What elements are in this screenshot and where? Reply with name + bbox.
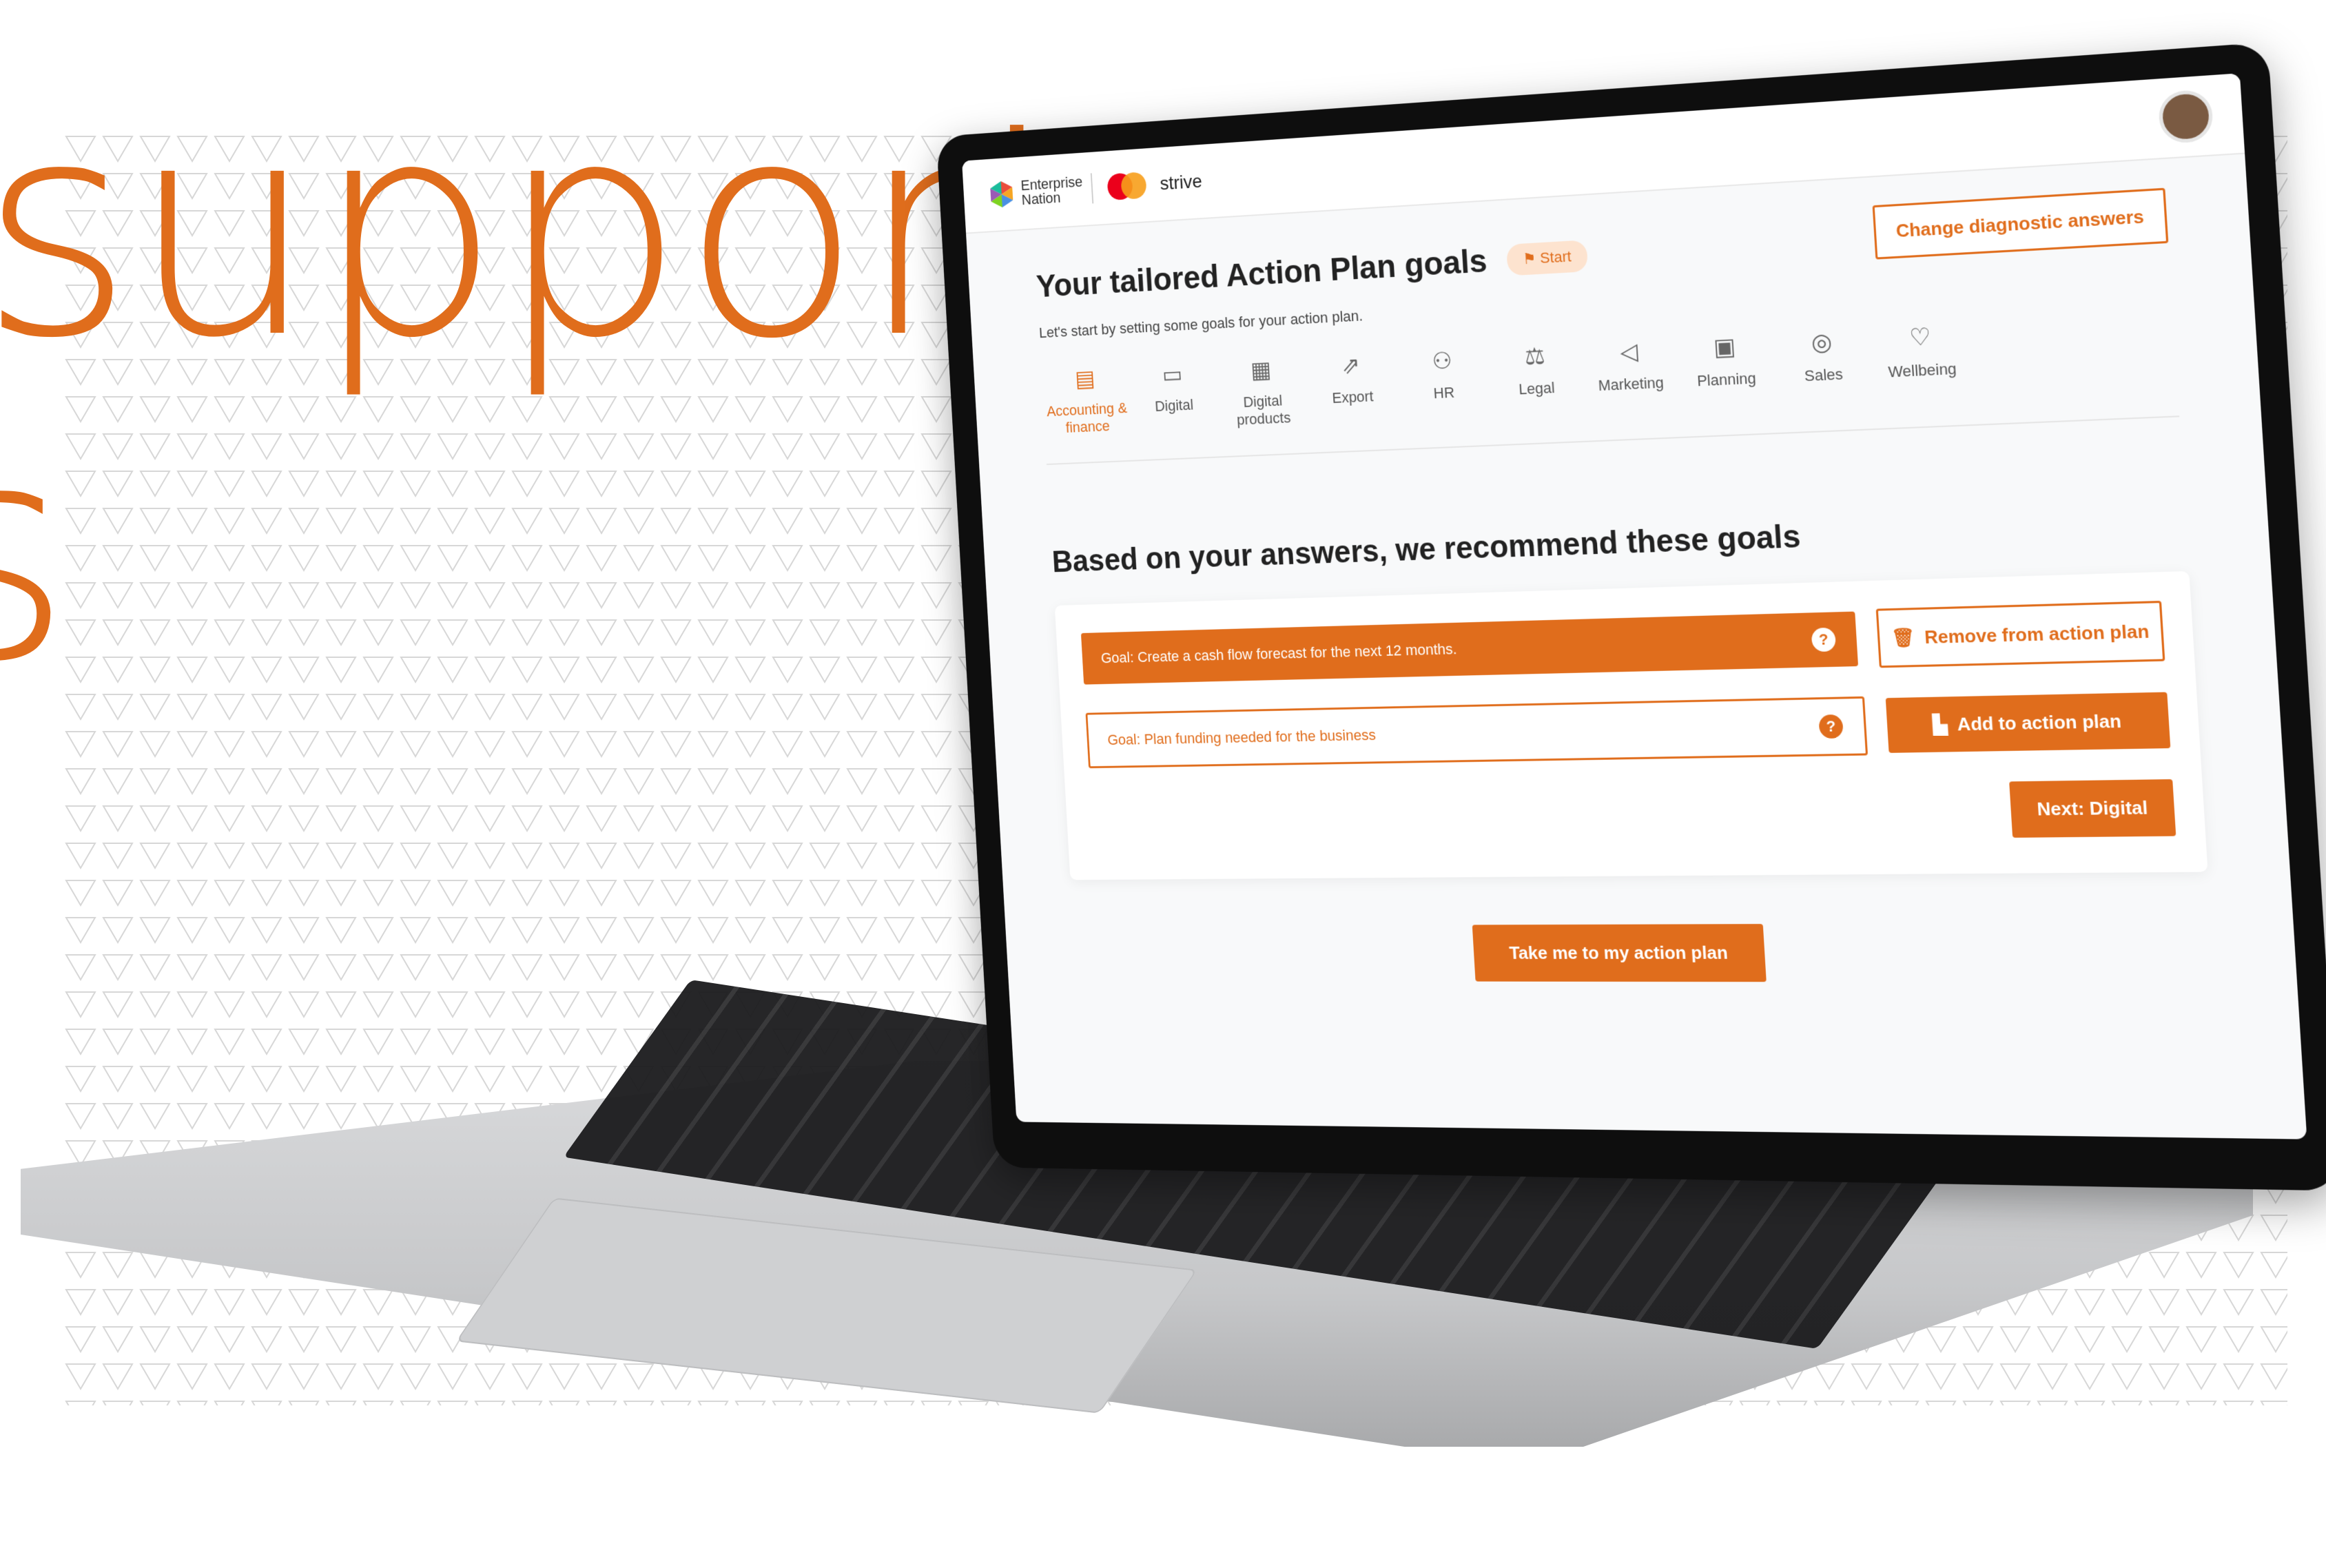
goal-item-selected[interactable]: Goal: Create a cash flow forecast for th… <box>1080 611 1859 685</box>
next-digital-button[interactable]: Next: Digital <box>2009 779 2176 838</box>
flag-icon: ⚑ <box>1522 249 1541 267</box>
help-icon[interactable]: ? <box>1818 714 1844 739</box>
tab-label: Legal <box>1518 379 1556 398</box>
calculator-icon: ▦ <box>1250 357 1273 384</box>
button-label: Add to action plan <box>1956 710 2122 735</box>
goal-item[interactable]: Goal: Plan funding needed for the busine… <box>1085 696 1869 769</box>
change-diagnostic-answers-button[interactable]: Change diagnostic answers <box>1872 187 2169 260</box>
start-badge-label: Start <box>1539 247 1572 267</box>
header-divider <box>1090 173 1094 204</box>
tab-label: Sales <box>1804 365 1844 385</box>
tab-planning[interactable]: ▣ Planning <box>1676 331 1776 409</box>
mastercard-logo <box>1107 172 1147 201</box>
tab-digital-products[interactable]: ▦ Digital products <box>1215 355 1309 430</box>
tab-accounting-finance[interactable]: ▤ Accounting & finance <box>1041 364 1132 437</box>
tab-label: Export <box>1331 387 1374 406</box>
tab-sales[interactable]: ◎ Sales <box>1772 326 1875 404</box>
tab-wellbeing[interactable]: ♡ Wellbeing <box>1870 321 1974 400</box>
document-add-icon: ▙ <box>1932 713 1948 735</box>
laptop-screen: Enterprise Nation strive Change diagnost… <box>936 42 2326 1191</box>
tab-marketing[interactable]: ◁ Marketing <box>1581 336 1680 413</box>
goal-text: Goal: Plan funding needed for the busine… <box>1107 726 1377 748</box>
goal-text: Goal: Create a cash flow forecast for th… <box>1100 640 1458 667</box>
ledger-icon: ▤ <box>1074 366 1096 392</box>
button-label: Remove from action plan <box>1924 620 2150 648</box>
megaphone-icon: ◁ <box>1619 338 1639 366</box>
tab-label: Digital products <box>1236 391 1292 429</box>
monitor-icon: ▭ <box>1161 361 1184 388</box>
remove-from-action-plan-button[interactable]: 🗑 Remove from action plan <box>1875 600 2165 668</box>
tab-label: HR <box>1432 384 1455 402</box>
brand-name: strive <box>1159 170 1203 194</box>
tab-legal[interactable]: ⚖ Legal <box>1488 340 1585 417</box>
goal-row: Goal: Plan funding needed for the busine… <box>1085 690 2171 769</box>
logo-text: Enterprise Nation <box>1020 173 1083 209</box>
sales-icon: ◎ <box>1810 329 1833 357</box>
enterprise-nation-logo[interactable]: Enterprise Nation <box>987 173 1083 209</box>
goal-row: Goal: Create a cash flow forecast for th… <box>1080 600 2165 687</box>
start-badge[interactable]: ⚑ Start <box>1505 239 1589 276</box>
main-content: Change diagnostic answers Your tailored … <box>966 154 2299 1012</box>
wellbeing-icon: ♡ <box>1908 323 1932 352</box>
tab-label: Wellbeing <box>1887 360 1957 381</box>
help-icon[interactable]: ? <box>1811 627 1837 652</box>
tab-hr[interactable]: ⚇ HR <box>1395 345 1492 422</box>
page-title: Your tailored Action Plan goals <box>1035 243 1488 305</box>
tab-export[interactable]: ⇗ Export <box>1305 350 1400 426</box>
add-to-action-plan-button[interactable]: ▙ Add to action plan <box>1885 692 2171 753</box>
gavel-icon: ⚖ <box>1523 343 1546 371</box>
recommend-title: Based on your answers, we recommend thes… <box>1051 517 1802 579</box>
hero-fragment: s <box>0 406 72 703</box>
export-icon: ⇗ <box>1341 352 1361 380</box>
tab-digital[interactable]: ▭ Digital <box>1128 359 1220 433</box>
take-me-to-action-plan-button[interactable]: Take me to my action plan <box>1472 924 1767 982</box>
user-avatar[interactable] <box>2157 89 2214 145</box>
chart-icon: ▣ <box>1712 333 1737 361</box>
goals-card: Goal: Create a cash flow forecast for th… <box>1054 570 2208 880</box>
trash-icon: 🗑 <box>1890 626 1915 648</box>
category-tabs: ▤ Accounting & finance ▭ Digital ▦ Digital … <box>1040 310 2180 466</box>
pinwheel-logo-icon <box>989 180 1013 209</box>
tab-label: Accounting & finance <box>1046 399 1128 436</box>
app-window: Enterprise Nation strive Change diagnost… <box>962 73 2307 1139</box>
tab-label: Planning <box>1696 369 1757 390</box>
people-icon: ⚇ <box>1431 347 1453 375</box>
hero-word: support <box>0 59 1092 403</box>
tab-label: Marketing <box>1597 373 1665 395</box>
tab-label: Digital <box>1154 396 1194 415</box>
